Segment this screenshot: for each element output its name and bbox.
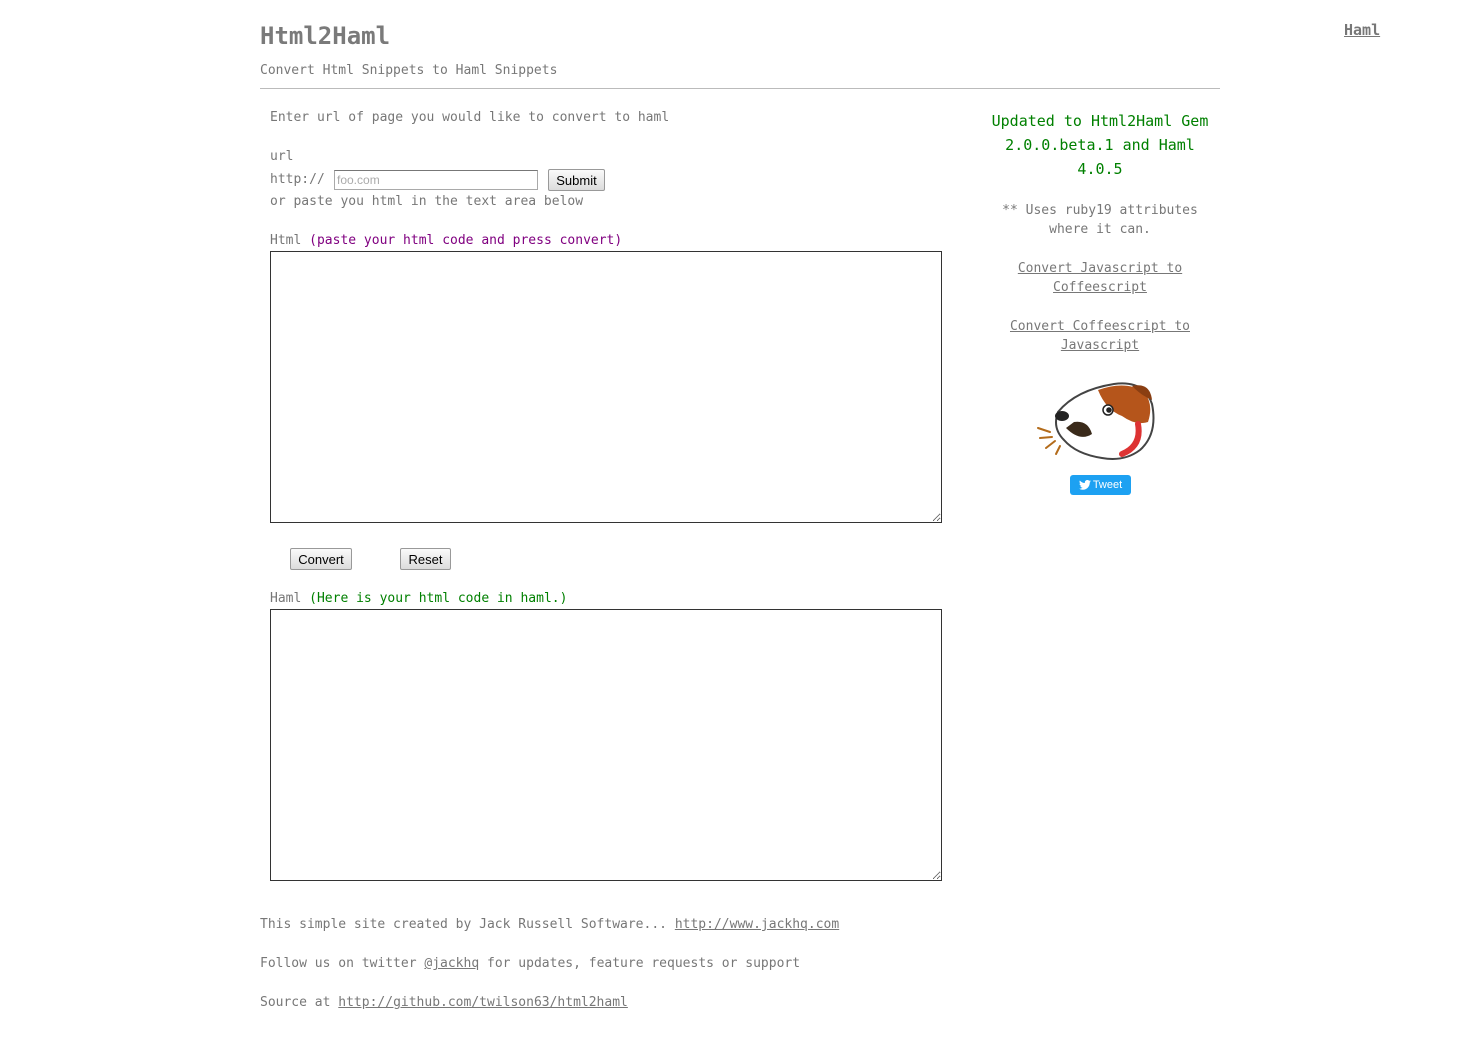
page-subtitle: Convert Html Snippets to Haml Snippets (260, 63, 558, 78)
url-label: url (270, 149, 294, 164)
twitter-bird-icon (1078, 479, 1091, 490)
ruby-note-line-1: ** Uses ruby19 attributes (1002, 203, 1198, 218)
paste-instruction-text: or paste you html in the text area below (270, 194, 584, 209)
js-to-coffee-link-block: Convert Javascript to Coffeescript (980, 259, 1220, 297)
ruby19-note: ** Uses ruby19 attributes where it can. (980, 201, 1220, 239)
bark-lines-icon (1037, 427, 1061, 455)
source-text: Source at (260, 995, 339, 1010)
url-input[interactable] (334, 170, 538, 190)
jackhq-site-link[interactable]: http://www.jackhq.com (675, 917, 839, 932)
haml-hint: (Here is your html code in haml.) (309, 591, 568, 606)
footer-twitter: Follow us on twitter @jackhq for updates… (260, 956, 800, 971)
twitter-pre-text: Follow us on twitter (260, 956, 425, 971)
url-prefix: http:// (270, 172, 325, 187)
convert-button[interactable]: Convert (290, 548, 352, 570)
github-source-link[interactable]: http://github.com/twilson63/html2haml (338, 995, 628, 1010)
haml-nav-link[interactable]: Haml (1344, 21, 1380, 39)
submit-button[interactable]: Submit (548, 169, 605, 191)
tweet-label: Tweet (1092, 479, 1123, 491)
haml-label: Haml (270, 591, 302, 606)
update-line-1: Updated to Html2Haml Gem (991, 112, 1209, 130)
ruby-note-line-2: where it can. (1049, 222, 1151, 237)
js-to-coffee-line-1: Convert Javascript to (1017, 261, 1183, 276)
jack-russell-dog-icon (1037, 382, 1155, 460)
coffee-to-js-line-1: Convert Coffeescript to (1009, 319, 1190, 334)
reset-button[interactable]: Reset (400, 548, 451, 570)
update-line-3: 4.0.5 (1077, 160, 1123, 178)
coffee-to-js-link-block: Convert Coffeescript to Javascript (980, 317, 1220, 355)
tweet-button[interactable]: Tweet (1070, 475, 1131, 495)
footer-credits: This simple site created by Jack Russell… (260, 917, 839, 932)
update-notice: Updated to Html2Haml Gem 2.0.0.beta.1 an… (980, 109, 1220, 181)
twitter-handle-link[interactable]: @jackhq (424, 956, 479, 971)
page-title: Html2Haml (260, 22, 391, 50)
js-to-coffee-line-2: Coffeescript (1053, 280, 1147, 295)
haml-output-textarea[interactable] (270, 609, 942, 881)
update-line-2: 2.0.0.beta.1 and Haml (1005, 136, 1195, 154)
url-intro-text: Enter url of page you would like to conv… (270, 110, 670, 125)
js-to-coffee-link[interactable]: Convert Javascript to Coffeescript (1018, 261, 1182, 295)
credits-text: This simple site created by Jack Russell… (260, 917, 675, 932)
haml-box-label: Haml (Here is your html code in haml.) (270, 591, 567, 606)
coffee-to-js-line-2: Javascript (1060, 338, 1140, 353)
twitter-post-text: for updates, feature requests or support (479, 956, 801, 971)
html-hint: (paste your html code and press convert) (309, 233, 623, 248)
coffee-to-js-link[interactable]: Convert Coffeescript to Javascript (1010, 319, 1190, 353)
html-box-label: Html (paste your html code and press con… (270, 233, 622, 248)
footer-source: Source at http://github.com/twilson63/ht… (260, 995, 628, 1010)
html-input-textarea[interactable] (270, 251, 942, 523)
html-label: Html (270, 233, 302, 248)
header-divider (260, 88, 1220, 89)
